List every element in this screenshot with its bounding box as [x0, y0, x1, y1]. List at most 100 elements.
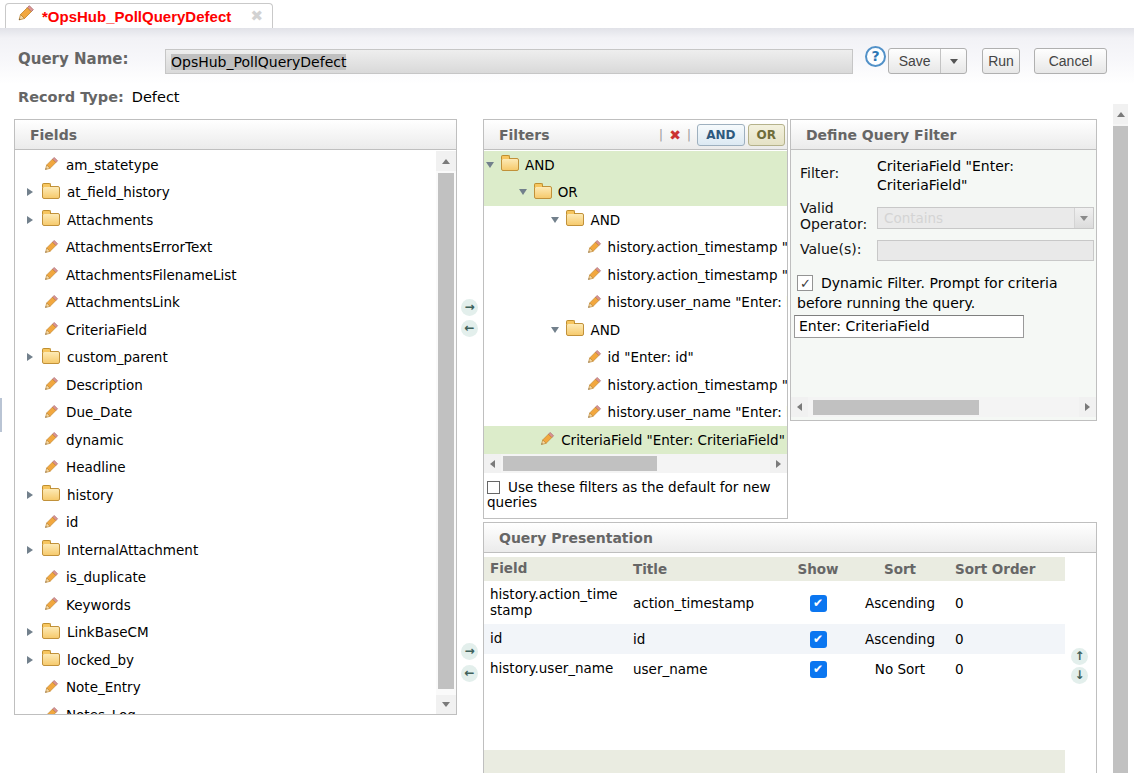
filters-tree-item[interactable]: history.user_name "Enter: history.user_n…: [484, 289, 787, 317]
define-hscrollbar-thumb[interactable]: [813, 400, 979, 415]
save-button[interactable]: Save: [888, 48, 967, 74]
query-name-input[interactable]: OpsHub_PollQueryDefect: [165, 49, 853, 74]
close-icon[interactable]: ✖: [250, 9, 263, 24]
presentation-row[interactable]: history.action_timestampaction_timestamp…: [484, 581, 1065, 624]
fields-tree-item[interactable]: custom_parent: [15, 344, 436, 372]
default-filters-row: Use these filters as the default for new…: [484, 475, 787, 510]
fields-tree-item[interactable]: LinkBaseCM: [15, 619, 436, 647]
filters-tree-item[interactable]: CriteriaField "Enter: CriteriaField": [484, 426, 787, 454]
fields-tree-item[interactable]: Attachments: [15, 206, 436, 234]
collapse-icon[interactable]: [519, 189, 534, 195]
presentation-row[interactable]: idid✔Ascending0: [484, 624, 1065, 654]
filters-tree-item[interactable]: history.user_name "Enter: history.user_n…: [484, 399, 787, 427]
fields-tree-item[interactable]: AttachmentsErrorText: [15, 234, 436, 262]
default-filters-checkbox[interactable]: [487, 481, 500, 494]
fields-tree-item[interactable]: dynamic: [15, 426, 436, 454]
values-input[interactable]: [877, 240, 1094, 261]
prompt-input[interactable]: Enter: CriteriaField: [794, 315, 1024, 338]
filters-hscrollbar[interactable]: [484, 454, 787, 473]
and-button[interactable]: AND: [697, 124, 744, 146]
filters-tree-item[interactable]: AND: [484, 316, 787, 344]
expand-icon[interactable]: [27, 546, 42, 554]
delete-filter-icon[interactable]: ✖: [669, 127, 681, 143]
fields-tree-item[interactable]: Description: [15, 371, 436, 399]
define-hscrollbar[interactable]: [791, 397, 1096, 417]
move-right-icon[interactable]: →: [461, 299, 478, 316]
collapse-icon[interactable]: [551, 217, 566, 223]
remove-column-icon[interactable]: ←: [461, 665, 478, 682]
filters-tree-item[interactable]: history.action_timestamp "Enter: history…: [484, 371, 787, 399]
filters-tree-item[interactable]: AND: [484, 206, 787, 234]
fields-tree-item[interactable]: Keywords: [15, 591, 436, 619]
query-name-value: OpsHub_PollQueryDefect: [171, 54, 346, 70]
fields-tree-item[interactable]: am_statetype: [15, 151, 436, 179]
scroll-right-icon[interactable]: [1079, 397, 1096, 417]
define-query-filter-panel: Define Query Filter Filter: CriteriaFiel…: [790, 119, 1097, 421]
fields-tree-item[interactable]: history: [15, 481, 436, 509]
col-sort: Sort: [860, 561, 940, 577]
fields-tree: am_statetypeat_field_historyAttachmentsA…: [15, 151, 436, 714]
filters-tree-item[interactable]: history.action_timestamp "Enter: history…: [484, 234, 787, 262]
scroll-up-icon[interactable]: [436, 151, 456, 171]
operator-value: Contains: [884, 210, 943, 226]
show-checkbox[interactable]: ✔: [810, 631, 827, 648]
fields-tree-item[interactable]: Due_Date: [15, 399, 436, 427]
pencil-icon: [585, 239, 602, 256]
or-button[interactable]: OR: [748, 124, 785, 146]
dynamic-filter-checkbox[interactable]: [797, 275, 813, 291]
dropdown-arrow-icon[interactable]: [1074, 208, 1093, 228]
move-left-icon[interactable]: ←: [461, 320, 478, 337]
add-column-icon[interactable]: →: [461, 643, 478, 660]
pencil-icon: [42, 239, 59, 256]
save-dropdown-arrow[interactable]: [941, 59, 966, 64]
query-tab[interactable]: *OpsHub_PollQueryDefect ✖: [5, 3, 273, 28]
values-label: Value(s):: [800, 241, 861, 257]
pencil-icon: [42, 266, 59, 283]
fields-tree-item[interactable]: is_duplicate: [15, 564, 436, 592]
presentation-row[interactable]: history.user_nameuser_name✔No Sort0: [484, 654, 1065, 684]
fields-tree-item[interactable]: Note_Entry: [15, 674, 436, 702]
cancel-button[interactable]: Cancel: [1034, 48, 1107, 74]
expand-icon[interactable]: [27, 353, 42, 361]
fields-tree-item[interactable]: locked_by: [15, 646, 436, 674]
fields-tree-item[interactable]: id: [15, 509, 436, 537]
expand-icon[interactable]: [27, 628, 42, 636]
run-button[interactable]: Run: [982, 48, 1020, 74]
pencil-icon: [42, 294, 59, 311]
fields-tree-item[interactable]: at_field_history: [15, 179, 436, 207]
expand-icon[interactable]: [27, 656, 42, 664]
fields-tree-item[interactable]: InternalAttachment: [15, 536, 436, 564]
collapse-icon[interactable]: [551, 327, 566, 333]
scroll-right-icon[interactable]: [770, 454, 787, 473]
fields-tree-item[interactable]: AttachmentsFilenameList: [15, 261, 436, 289]
help-icon[interactable]: ?: [865, 46, 886, 67]
move-down-icon[interactable]: ↓: [1071, 667, 1088, 684]
operator-select[interactable]: Contains: [877, 207, 1094, 229]
scroll-up-icon[interactable]: [1113, 104, 1128, 124]
scroll-down-icon[interactable]: [436, 695, 456, 714]
filters-tree-item[interactable]: OR: [484, 179, 787, 207]
expand-icon[interactable]: [27, 491, 42, 499]
scroll-left-icon[interactable]: [484, 454, 501, 473]
scroll-left-icon[interactable]: [791, 397, 808, 417]
page-scrollbar[interactable]: [1113, 104, 1128, 773]
filters-tree-item[interactable]: id "Enter: id": [484, 344, 787, 372]
expand-icon[interactable]: [27, 188, 42, 196]
filters-tree-item[interactable]: AND: [484, 151, 787, 179]
move-up-icon[interactable]: ↑: [1071, 648, 1088, 665]
filter-label: Filter:: [800, 165, 839, 181]
filters-tree-item[interactable]: history.action_timestamp "Enter: history…: [484, 261, 787, 289]
fields-tree-item[interactable]: Headline: [15, 454, 436, 482]
page-scrollbar-thumb[interactable]: [1113, 126, 1128, 773]
collapse-icon[interactable]: [486, 162, 501, 168]
show-checkbox[interactable]: ✔: [810, 661, 827, 678]
expand-icon[interactable]: [27, 216, 42, 224]
fields-scrollbar[interactable]: [436, 151, 456, 714]
filters-hscrollbar-thumb[interactable]: [503, 456, 657, 471]
show-checkbox[interactable]: ✔: [810, 595, 827, 612]
fields-tree-item[interactable]: AttachmentsLink: [15, 289, 436, 317]
fields-tree-item[interactable]: Notes_Log: [15, 701, 436, 714]
default-filters-label: Use these filters as the default for new…: [487, 479, 771, 510]
fields-tree-item[interactable]: CriteriaField: [15, 316, 436, 344]
fields-scrollbar-thumb[interactable]: [438, 173, 454, 689]
